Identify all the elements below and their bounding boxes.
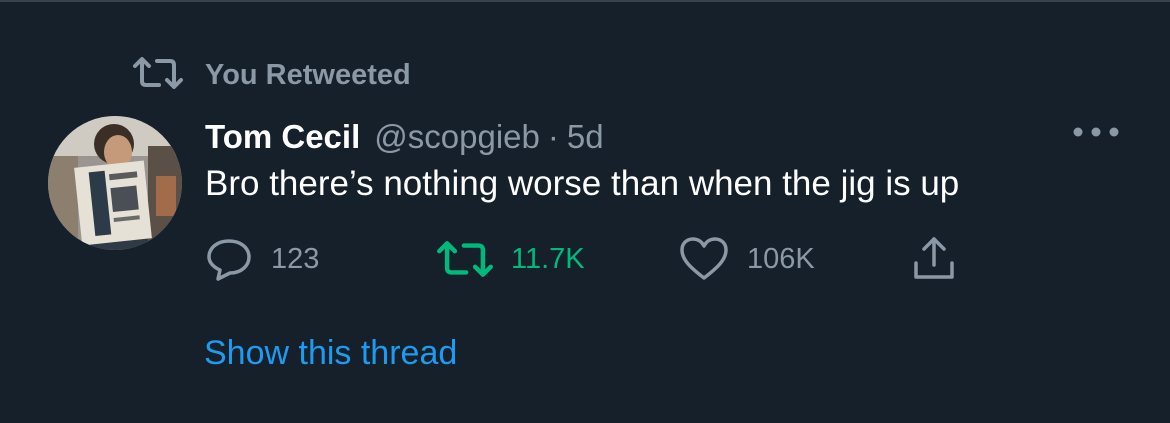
retweet-context-icon (133, 56, 183, 94)
author-name[interactable]: Tom Cecil (205, 118, 360, 156)
more-options-button[interactable] (1072, 120, 1120, 148)
tweet-timestamp[interactable]: 5d (567, 118, 604, 156)
share-button[interactable] (910, 234, 958, 284)
retweet-icon (437, 239, 493, 279)
more-icon (1072, 125, 1120, 143)
reply-button[interactable]: 123 (205, 234, 319, 284)
like-button[interactable]: 106K (679, 234, 815, 284)
tweet-header: Tom Cecil @scopgieb · 5d (205, 114, 604, 160)
reply-icon (205, 235, 253, 283)
heart-icon (679, 236, 729, 282)
header-separator: · (547, 118, 559, 155)
retweet-button[interactable]: 11.7K (437, 234, 585, 284)
top-divider (0, 0, 1170, 2)
tweet-text: Bro there’s nothing worse than when the … (205, 164, 960, 203)
author-handle[interactable]: @scopgieb (374, 118, 540, 156)
reply-count: 123 (271, 242, 320, 275)
show-thread-link[interactable]: Show this thread (204, 334, 457, 373)
avatar[interactable] (48, 116, 182, 250)
retweet-context-label: You Retweeted (205, 58, 411, 91)
retweet-count: 11.7K (511, 242, 585, 275)
share-icon (910, 235, 958, 283)
like-count: 106K (747, 242, 815, 275)
retweet-context: You Retweeted (133, 56, 411, 94)
